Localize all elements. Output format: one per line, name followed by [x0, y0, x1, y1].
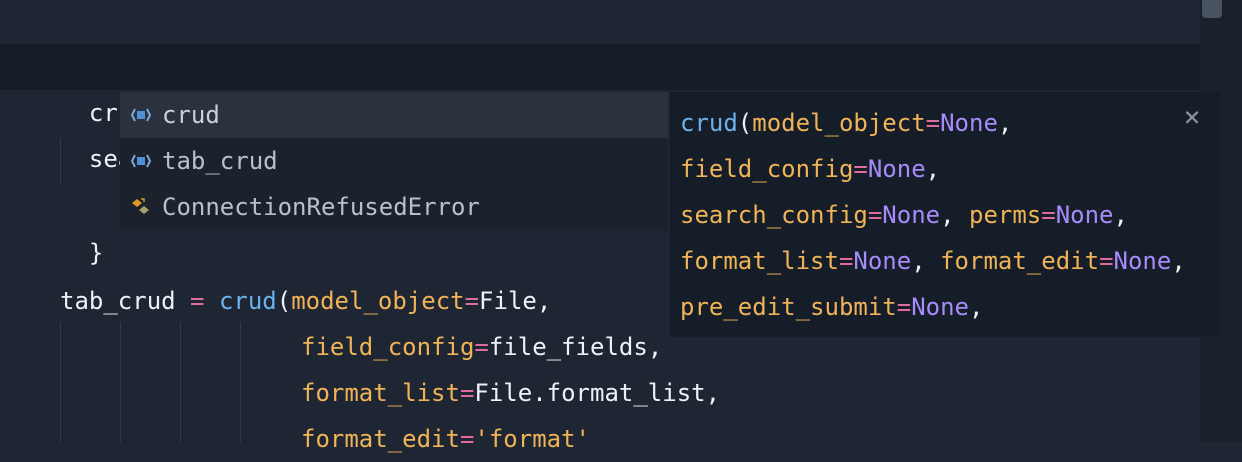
code-token: =: [459, 425, 475, 453]
code-line-8[interactable]: format_list=File.format_list,: [301, 370, 720, 416]
code-token: file_fields: [488, 333, 648, 361]
signature-param: perms: [969, 201, 1042, 229]
signature-token: =: [1041, 201, 1056, 229]
signature-line: pre_edit_submit=None,: [680, 284, 983, 330]
code-token: ,: [647, 333, 663, 361]
code-token: model_object: [291, 287, 465, 315]
signature-default: None: [940, 109, 998, 137]
code-token: ,: [536, 287, 552, 315]
indent-guide: [60, 322, 61, 442]
signature-param: field_config: [680, 155, 854, 183]
signature-token: ,: [940, 201, 969, 229]
signature-param: model_object: [752, 109, 926, 137]
signature-line: crud(model_object=None,: [680, 100, 1012, 146]
signature-token: ,: [969, 293, 984, 321]
code-token: =: [474, 333, 489, 361]
signature-token: =: [838, 247, 854, 275]
signature-default: None: [853, 247, 912, 275]
code-line-9[interactable]: format_edit='format': [301, 416, 590, 462]
signature-default: None: [911, 293, 969, 321]
signature-token: =: [896, 293, 912, 321]
signature-help-panel: × crud(model_object=None, field_config=N…: [670, 92, 1220, 337]
indent-guide: [240, 322, 241, 442]
signature-token: ,: [925, 155, 941, 183]
signature-param: format_list: [680, 247, 839, 275]
code-token: =: [190, 287, 205, 315]
autocomplete-label: crud: [162, 101, 220, 129]
signature-token: =: [1099, 247, 1114, 275]
signature-param: format_edit: [940, 247, 1100, 275]
signature-default: None: [867, 155, 926, 183]
signature-default: None: [1113, 247, 1172, 275]
code-token: ,: [705, 379, 721, 407]
signature-token: ,: [911, 247, 941, 275]
code-token: format_edit: [301, 425, 460, 453]
autocomplete-label: ConnectionRefusedError: [162, 193, 480, 221]
code-token: }: [88, 239, 104, 267]
code-token: crud: [218, 287, 277, 315]
function-icon: [120, 153, 162, 169]
close-icon[interactable]: ×: [1178, 100, 1206, 133]
autocomplete-item[interactable]: crud: [120, 92, 668, 138]
code-token: File.format_list: [474, 379, 706, 407]
signature-param: search_config: [680, 201, 868, 229]
signature-token: ,: [1171, 247, 1186, 275]
signature-token: =: [925, 109, 941, 137]
signature-param: pre_edit_submit: [680, 293, 897, 321]
signature-token: =: [853, 155, 868, 183]
autocomplete-item[interactable]: tab_crud: [120, 138, 668, 184]
signature-line: format_list=None, format_edit=None,: [680, 238, 1186, 284]
autocomplete-list: crud tab_crud ConnectionRefusedError: [120, 92, 668, 230]
autocomplete-item[interactable]: ConnectionRefusedError: [120, 184, 668, 230]
scrollbar-thumb[interactable]: [1202, 0, 1222, 18]
signature-token: (: [737, 109, 753, 137]
signature-line: search_config=None, perms=None,: [680, 192, 1128, 238]
signature-token: ,: [1113, 201, 1128, 229]
autocomplete-label: tab_crud: [162, 147, 278, 175]
signature-default: None: [882, 201, 941, 229]
indent-guide: [120, 322, 121, 442]
code-token: =: [464, 287, 480, 315]
code-token: (: [276, 287, 292, 315]
signature-function: crud: [680, 109, 738, 137]
indent-guide: [180, 322, 181, 442]
code-line-4[interactable]: }: [60, 184, 103, 267]
class-icon: [120, 197, 162, 217]
signature-token: ,: [997, 109, 1013, 137]
code-token: File: [479, 287, 537, 315]
code-line-7[interactable]: field_config=file_fields,: [301, 324, 662, 370]
code-line-6[interactable]: tab_crud = crud(model_object=File,: [60, 278, 551, 324]
signature-line: field_config=None,: [680, 146, 940, 192]
code-line-1[interactable]: crud: [60, 44, 147, 127]
code-token: field_config: [301, 333, 475, 361]
current-line-highlight: [0, 44, 1201, 90]
code-token: format_list: [301, 379, 460, 407]
code-token: tab_crud: [60, 287, 176, 315]
function-icon: [120, 107, 162, 123]
signature-token: =: [867, 201, 883, 229]
code-token: 'format': [474, 425, 590, 453]
signature-default: None: [1055, 201, 1114, 229]
code-token: =: [459, 379, 475, 407]
